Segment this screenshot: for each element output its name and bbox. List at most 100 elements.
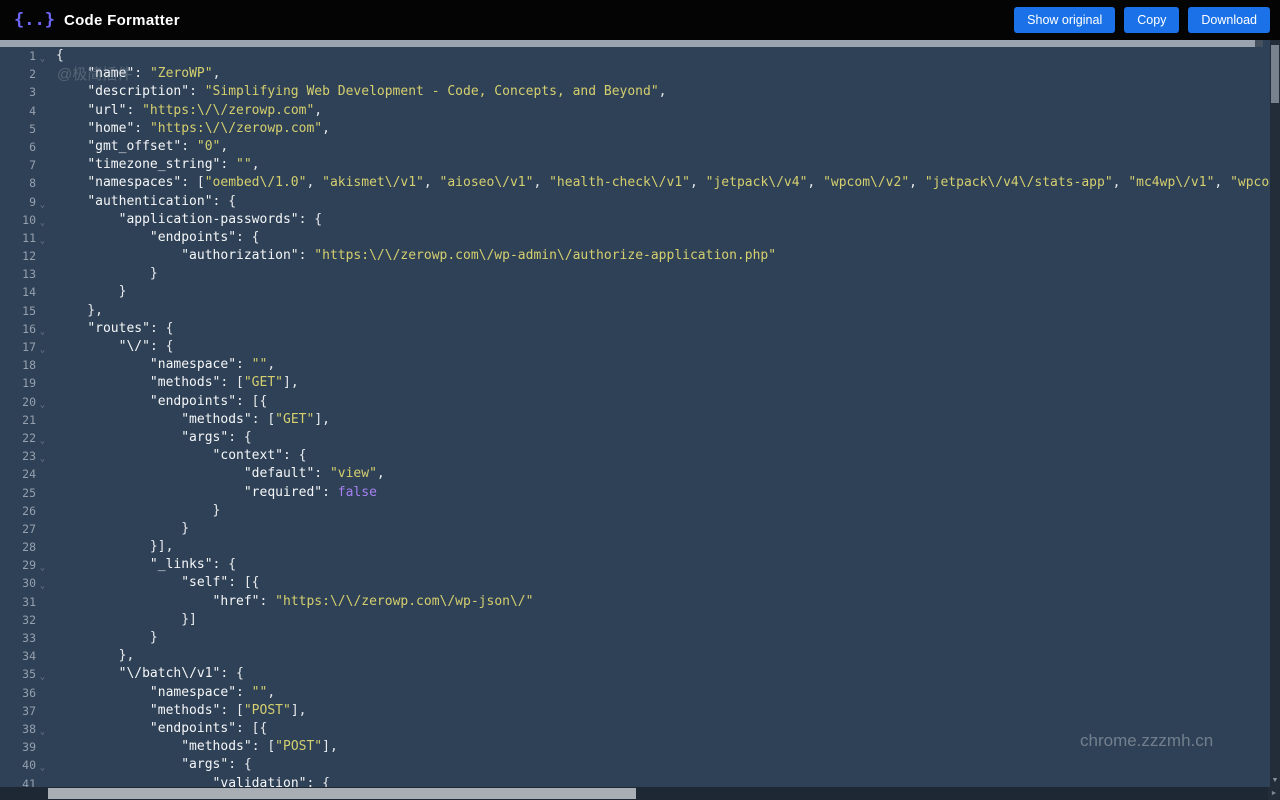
code-text: }	[56, 283, 126, 301]
chevron-down-icon[interactable]: ⌄	[36, 778, 49, 788]
code-line: 9⌄ "authentication": {	[0, 193, 1270, 211]
line-number: 4	[0, 102, 36, 120]
line-number: 40	[0, 756, 36, 774]
fold-spacer	[36, 523, 49, 541]
fold-spacer	[36, 86, 49, 104]
line-number: 11	[0, 229, 36, 247]
code-line: 18 "namespace": "",	[0, 356, 1270, 374]
chevron-down-icon[interactable]: ⌄	[36, 214, 49, 232]
code-line: 8 "namespaces": ["oembed\/1.0", "akismet…	[0, 174, 1270, 192]
chevron-down-icon[interactable]: ⌄	[36, 723, 49, 741]
code-text: "methods": ["GET"],	[56, 411, 330, 429]
fold-spacer	[36, 414, 49, 432]
code-text: },	[56, 647, 134, 665]
code-line: 3 "description": "Simplifying Web Develo…	[0, 83, 1270, 101]
top-horizontal-scrollbar[interactable]	[0, 40, 1263, 47]
fold-spacer	[36, 250, 49, 268]
chevron-down-icon[interactable]: ⌄	[36, 432, 49, 450]
fold-spacer	[36, 505, 49, 523]
code-text: "args": {	[56, 756, 252, 774]
chevron-down-icon[interactable]: ⌄	[36, 341, 49, 359]
chevron-down-icon[interactable]: ⌄	[36, 450, 49, 468]
code-text: },	[56, 302, 103, 320]
code-text: "timezone_string": "",	[56, 156, 260, 174]
line-number: 38	[0, 720, 36, 738]
line-number: 39	[0, 738, 36, 756]
code-line: 26 }	[0, 502, 1270, 520]
vertical-scrollbar[interactable]: ▼	[1270, 40, 1280, 787]
fold-spacer	[36, 632, 49, 650]
code-line: 22⌄ "args": {	[0, 429, 1270, 447]
code-line: 16⌄ "routes": {	[0, 320, 1270, 338]
fold-spacer	[36, 141, 49, 159]
chevron-down-icon[interactable]: ⌄	[36, 668, 49, 686]
line-number: 30	[0, 574, 36, 592]
top-horizontal-scrollbar-thumb[interactable]	[0, 40, 1255, 47]
fold-spacer	[36, 123, 49, 141]
code-line: 13 }	[0, 265, 1270, 283]
line-number: 1	[0, 47, 36, 65]
fold-spacer	[36, 705, 49, 723]
fold-spacer	[36, 596, 49, 614]
code-line: 1⌄{	[0, 47, 1270, 65]
chevron-down-icon[interactable]: ⌄	[36, 196, 49, 214]
code-line: 23⌄ "context": {	[0, 447, 1270, 465]
chevron-down-icon[interactable]: ⌄	[36, 232, 49, 250]
code-text: "description": "Simplifying Web Developm…	[56, 83, 667, 101]
code-line: 24 "default": "view",	[0, 465, 1270, 483]
code-line: 30⌄ "self": [{	[0, 574, 1270, 592]
code-line: 36 "namespace": "",	[0, 684, 1270, 702]
chevron-down-icon[interactable]: ⌄	[36, 396, 49, 414]
scroll-right-arrow-icon[interactable]: ►	[1268, 787, 1280, 800]
code-text: "\/batch\/v1": {	[56, 665, 244, 683]
code-text: "application-passwords": {	[56, 211, 322, 229]
line-number: 29	[0, 556, 36, 574]
line-number: 35	[0, 665, 36, 683]
header-actions: Show original Copy Download	[1014, 7, 1270, 33]
code-line: 27 }	[0, 520, 1270, 538]
chevron-down-icon[interactable]: ⌄	[36, 577, 49, 595]
vertical-scrollbar-thumb[interactable]	[1271, 45, 1279, 103]
code-text: "namespace": "",	[56, 684, 275, 702]
download-button[interactable]: Download	[1188, 7, 1270, 33]
code-line: 34 },	[0, 647, 1270, 665]
copy-button[interactable]: Copy	[1124, 7, 1179, 33]
app-title: Code Formatter	[64, 12, 180, 29]
code-line: 28 }],	[0, 538, 1270, 556]
fold-spacer	[36, 105, 49, 123]
line-number: 13	[0, 265, 36, 283]
line-number: 6	[0, 138, 36, 156]
code-text: "context": {	[56, 447, 306, 465]
line-number: 5	[0, 120, 36, 138]
code-text: "methods": ["POST"],	[56, 702, 306, 720]
line-number: 27	[0, 520, 36, 538]
code-braces-icon: {..}	[14, 10, 55, 30]
code-line: 20⌄ "endpoints": [{	[0, 393, 1270, 411]
code-line: 39 "methods": ["POST"],	[0, 738, 1270, 756]
line-number: 26	[0, 502, 36, 520]
chevron-down-icon[interactable]: ⌄	[36, 323, 49, 341]
code-line: 40⌄ "args": {	[0, 756, 1270, 774]
show-original-button[interactable]: Show original	[1014, 7, 1115, 33]
bottom-horizontal-scrollbar[interactable]	[0, 787, 1268, 800]
code-text: "endpoints": [{	[56, 393, 267, 411]
line-number: 36	[0, 684, 36, 702]
fold-spacer	[36, 286, 49, 304]
code-text: "namespaces": ["oembed\/1.0", "akismet\/…	[56, 174, 1270, 192]
chevron-down-icon[interactable]: ⌄	[36, 759, 49, 777]
chevron-down-icon[interactable]: ⌄	[36, 50, 49, 68]
line-number: 28	[0, 538, 36, 556]
line-number: 15	[0, 302, 36, 320]
bottom-horizontal-scrollbar-thumb[interactable]	[48, 788, 636, 799]
scroll-down-arrow-icon[interactable]: ▼	[1270, 774, 1280, 787]
chevron-down-icon[interactable]: ⌄	[36, 559, 49, 577]
code-text: }	[56, 265, 158, 283]
code-line: 5 "home": "https:\/\/zerowp.com",	[0, 120, 1270, 138]
fold-spacer	[36, 305, 49, 323]
fold-spacer	[36, 487, 49, 505]
code-text: "methods": ["POST"],	[56, 738, 338, 756]
code-line: 10⌄ "application-passwords": {	[0, 211, 1270, 229]
fold-spacer	[36, 359, 49, 377]
code-text: "home": "https:\/\/zerowp.com",	[56, 120, 330, 138]
line-number: 33	[0, 629, 36, 647]
